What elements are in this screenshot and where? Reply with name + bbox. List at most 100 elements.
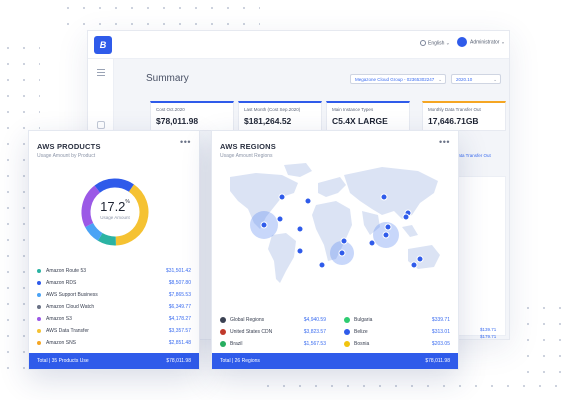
kpi-card[interactable]: Monthly Data Transfer Out 17,646.71GB (422, 101, 506, 131)
legend-dot (37, 316, 41, 321)
flag-icon (344, 340, 350, 347)
legend-dot (37, 280, 41, 285)
product-row[interactable]: Amazon S3 (37, 315, 72, 323)
region-marker[interactable] (276, 215, 284, 223)
background-value: $179.71 (480, 334, 497, 339)
footer-total-value: $78,011.98 (166, 358, 191, 364)
region-name: United States CDN (230, 329, 273, 335)
legend-dot (37, 304, 41, 309)
kpi-value: 17,646.71GB (428, 116, 479, 126)
background-value: $139.71 (480, 327, 497, 332)
region-row[interactable]: Global Regions (220, 316, 264, 324)
region-amount: $313.01 (431, 329, 450, 335)
region-marker[interactable] (278, 193, 286, 201)
region-amount: $203.05 (431, 341, 450, 347)
legend-dot (37, 268, 41, 273)
region-marker[interactable] (304, 197, 312, 205)
product-row[interactable]: AWS Support Business (37, 291, 98, 299)
legend-dot (37, 292, 41, 297)
app-logo[interactable]: B (94, 36, 112, 54)
language-label: English (428, 40, 445, 47)
region-marker[interactable] (318, 261, 326, 269)
region-name: Global Regions (230, 317, 265, 323)
footer-total-label: Total | 26 Regions (220, 358, 260, 364)
product-amount: $4,178.27 (168, 316, 191, 322)
product-amount: $3,357.57 (168, 328, 191, 334)
region-row[interactable]: Brazil (220, 340, 243, 348)
dot-pattern-bottom (260, 378, 564, 400)
region-marker[interactable] (296, 247, 304, 255)
product-row[interactable]: Amazon SNS (37, 339, 76, 347)
flag-icon (220, 340, 226, 347)
region-marker[interactable] (368, 239, 376, 247)
region-amount: $339.71 (431, 317, 450, 323)
flag-icon (220, 316, 226, 323)
kpi-card[interactable]: Main Instance Types C5.4X LARGE (326, 101, 410, 131)
donut-segment[interactable] (97, 232, 116, 246)
donut-center: 17.2% Usage Amount (87, 199, 143, 220)
chevron-down-icon: ⌄ (493, 77, 497, 82)
product-name: Amazon S3 (46, 316, 72, 322)
chevron-down-icon: ⌄ (438, 77, 442, 82)
product-name: AWS Support Business (46, 292, 98, 298)
region-name: Bosnia (354, 341, 370, 347)
kpi-label: Monthly Data Transfer Out (428, 107, 481, 112)
product-row[interactable]: Amazon Route 53 (37, 267, 86, 275)
region-marker[interactable] (296, 225, 304, 233)
kpi-value: $181,264.52 (244, 116, 292, 126)
month-select[interactable]: 2020.10 ⌄ (451, 74, 501, 84)
aws-regions-card: AWS REGIONS Usage Amount Regions ••• Glo… (211, 130, 459, 370)
footer-total-label: Total | 35 Products Use (37, 358, 89, 364)
account-select[interactable]: Megazone Cloud Group - 02365302247 ⌄ (350, 74, 446, 84)
user-name: Administrator (470, 39, 500, 46)
menu-icon[interactable] (97, 69, 105, 78)
region-marker[interactable] (382, 231, 390, 239)
sidebar-icon-1[interactable] (97, 121, 105, 129)
footer-total-value: $78,011.98 (425, 358, 450, 364)
region-row[interactable]: Belize (344, 328, 368, 336)
legend-dot (37, 340, 41, 345)
product-amount: $31,501.42 (165, 268, 191, 274)
region-marker[interactable] (402, 213, 410, 221)
donut-segment[interactable] (85, 222, 103, 241)
region-marker[interactable] (384, 223, 392, 231)
kpi-card[interactable]: Cost Oct.2020 $78,011.98 (150, 101, 234, 131)
stage: B English ⌄ Administrator ⌄ Summary Mega… (0, 0, 564, 400)
world-map (230, 163, 440, 283)
region-row[interactable]: United States CDN (220, 328, 272, 336)
donut-segment[interactable] (94, 178, 134, 193)
product-row[interactable]: Amazon Cloud Watch (37, 303, 94, 311)
product-amount: $2,851.48 (168, 340, 191, 346)
region-row[interactable]: Bosnia (344, 340, 369, 348)
region-marker[interactable] (410, 261, 418, 269)
region-name: Belize (354, 329, 368, 335)
region-marker[interactable] (260, 221, 268, 229)
avatar (457, 37, 467, 47)
region-marker[interactable] (416, 255, 424, 263)
background-panel (454, 176, 506, 336)
product-row[interactable]: Amazon RDS (37, 279, 76, 287)
account-select-value: Megazone Cloud Group - 02365302247 (355, 77, 435, 82)
region-row[interactable]: Bulgaria (344, 316, 372, 324)
kpi-card[interactable]: Last Month (Cost Sep.2020) $181,264.52 (238, 101, 322, 131)
product-row[interactable]: AWS Data Transfer (37, 327, 89, 335)
flag-icon (220, 328, 226, 335)
product-name: Amazon SNS (46, 340, 77, 346)
card-footer: Total | 26 Regions $78,011.98 (212, 353, 458, 369)
kpi-label: Last Month (Cost Sep.2020) (244, 107, 301, 112)
region-name: Brazil (230, 341, 243, 347)
dot-pattern-right (520, 300, 564, 380)
user-menu[interactable]: Administrator ⌄ (457, 37, 505, 47)
donut-unit: % (125, 199, 130, 205)
language-selector[interactable]: English ⌄ (420, 40, 450, 46)
legend-dot (37, 328, 41, 333)
product-name: Amazon Cloud Watch (46, 304, 95, 310)
region-marker[interactable] (380, 193, 388, 201)
product-name: Amazon Route 53 (46, 268, 87, 274)
card-footer: Total | 35 Products Use $78,011.98 (29, 353, 199, 369)
aws-products-card: AWS PRODUCTS Usage Amount by Product •••… (28, 130, 200, 370)
kpi-value: $78,011.98 (156, 116, 199, 126)
region-marker[interactable] (338, 249, 346, 257)
region-marker[interactable] (340, 237, 348, 245)
donut-percent: 17.2% (87, 199, 143, 214)
